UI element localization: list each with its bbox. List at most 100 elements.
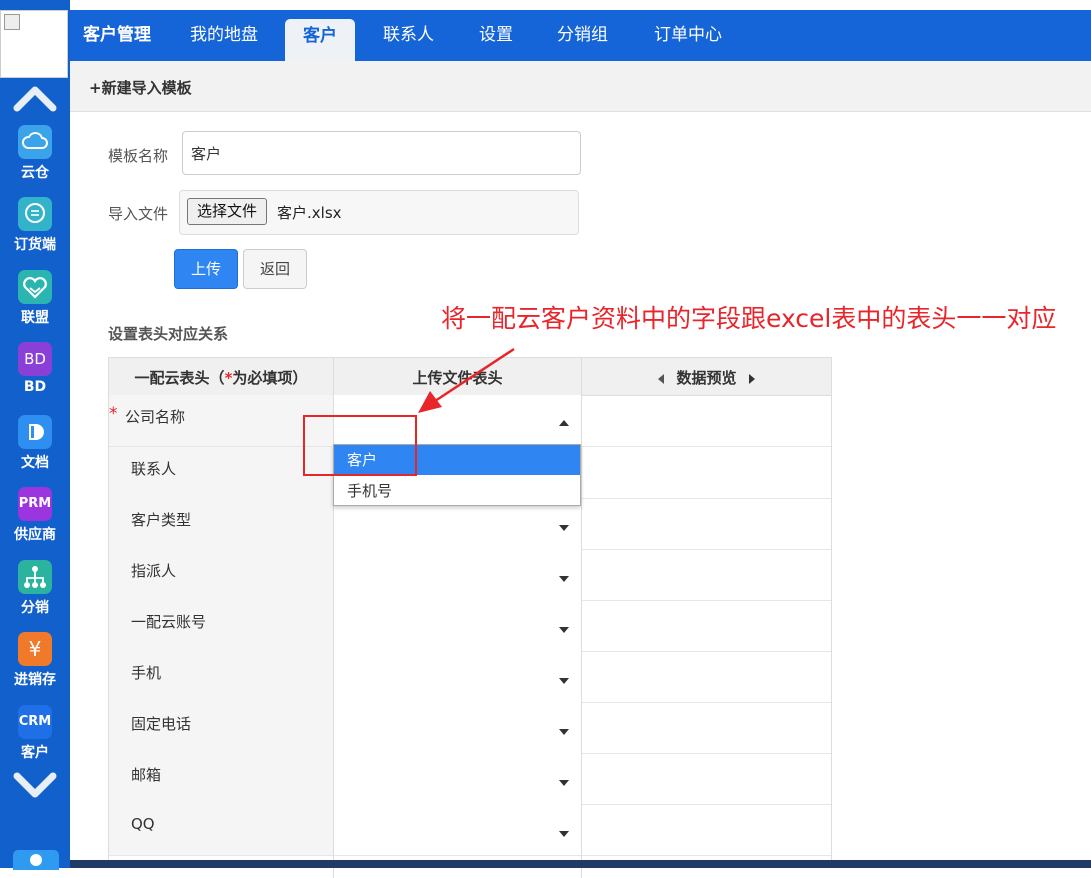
app-brand[interactable]: 客户管理 [83, 10, 151, 61]
sidebar-item-label: 进销存 [14, 672, 56, 688]
field-label: QQ [131, 815, 155, 833]
field-label: 联系人 [131, 460, 177, 478]
sidebar-item-customer[interactable]: CRM 客户 [0, 705, 70, 762]
header-cloud-field-text: 一配云表头（ [134, 369, 225, 387]
tab-settings[interactable]: 设置 [479, 10, 513, 61]
bottom-taskbar [70, 860, 1091, 868]
sidebar-item-label: 联盟 [21, 310, 49, 326]
field-label: 邮箱 [131, 766, 162, 784]
field-cell: 指派人 [109, 549, 333, 600]
sidebar-item-label: 云仓 [21, 165, 49, 181]
column-select[interactable] [334, 804, 581, 855]
table-row: 邮箱 [109, 753, 831, 805]
template-name-input[interactable] [182, 131, 581, 175]
tab-order-center[interactable]: 订单中心 [654, 10, 722, 61]
handshake-heart-icon [18, 270, 52, 304]
selected-file-name: 客户.xlsx [277, 204, 342, 222]
mapping-table: 一配云表头（*为必填项） 上传文件表头 数据预览 * 公司名称 联系人 客户类型 … [108, 357, 832, 878]
tab-distribution-group[interactable]: 分销组 [557, 10, 608, 61]
caret-down-icon [559, 780, 569, 786]
dropdown-option[interactable]: 手机号 [334, 476, 580, 506]
column-divider [581, 358, 582, 878]
sidebar-item-label: 供应商 [14, 527, 56, 543]
broken-image-icon [4, 14, 20, 30]
column-select[interactable] [334, 651, 581, 702]
caret-down-icon [559, 525, 569, 531]
sidebar-item-bd[interactable]: BD BD [0, 342, 70, 395]
caret-down-icon [559, 627, 569, 633]
field-cell: 联系人 [109, 447, 333, 498]
yen-icon: ¥ [18, 632, 52, 666]
sidebar-item-inventory[interactable]: ¥ 进销存 [0, 632, 70, 689]
field-label: 公司名称 [125, 408, 186, 426]
page-title: +新建导入模板 [89, 79, 192, 97]
org-tree-icon [18, 560, 52, 594]
column-select[interactable] [334, 549, 581, 600]
sidebar-item-label: 订货端 [14, 237, 56, 253]
tab-my-territory[interactable]: 我的地盘 [190, 10, 258, 61]
column-select[interactable] [334, 753, 581, 804]
annotation-text: 将一配云客户资料中的字段跟excel表中的表头一一对应 [441, 304, 1057, 333]
caret-down-icon [559, 729, 569, 735]
table-row: 手机 [109, 651, 831, 703]
prm-icon: PRM [18, 487, 52, 521]
field-cell: 邮箱 [109, 753, 333, 804]
caret-left-icon[interactable] [658, 373, 665, 384]
chevron-down-icon[interactable] [13, 772, 57, 802]
header-data-preview-text: 数据预览 [676, 369, 737, 387]
field-cell: 固定电话 [109, 702, 333, 753]
field-cell: 客户类型 [109, 498, 333, 549]
upload-button[interactable]: 上传 [174, 249, 238, 289]
sidebar-item-supplier[interactable]: PRM 供应商 [0, 487, 70, 544]
document-icon [18, 415, 52, 449]
chat-icon [18, 197, 52, 231]
tab-customer[interactable]: 客户 [285, 19, 355, 61]
table-row: 固定电话 [109, 702, 831, 754]
import-file-label: 导入文件 [108, 205, 169, 223]
caret-down-icon [559, 576, 569, 582]
sidebar-item-label: 分销 [21, 600, 49, 616]
header-cloud-field-note: 为必填项） [232, 369, 308, 387]
column-select[interactable] [334, 702, 581, 753]
annotation-highlight-box [303, 415, 417, 476]
logo-image [0, 10, 68, 78]
bd-icon: BD [18, 342, 52, 376]
template-name-label: 模板名称 [108, 147, 169, 165]
file-input[interactable]: 选择文件 客户.xlsx [179, 190, 579, 235]
mapping-section-title: 设置表头对应关系 [108, 325, 229, 343]
header-data-preview: 数据预览 [582, 358, 831, 395]
caret-down-icon [559, 831, 569, 837]
caret-up-icon [559, 420, 569, 426]
sidebar-item-label: 文档 [21, 455, 49, 471]
table-row: QQ [109, 804, 831, 856]
back-button[interactable]: 返回 [243, 249, 307, 289]
sidebar-item-order-client[interactable]: 订货端 [0, 197, 70, 254]
tab-contacts[interactable]: 联系人 [383, 10, 434, 61]
caret-down-icon [559, 678, 569, 684]
field-cell: * 公司名称 [109, 395, 333, 446]
field-label: 客户类型 [131, 511, 192, 529]
sidebar-item-label: BD [23, 379, 47, 395]
crm-icon: CRM [18, 705, 52, 739]
column-select[interactable] [334, 600, 581, 651]
annotation-arrow-icon [418, 347, 515, 413]
field-cell: 一配云账号 [109, 600, 333, 651]
user-avatar-icon[interactable] [13, 850, 59, 870]
table-row: 指派人 [109, 549, 831, 601]
left-sidebar: 云仓 订货端 联盟 BD BD 文档 PRM 供应商 分销 ¥ 进销存 CRM [0, 0, 70, 870]
field-label: 指派人 [131, 562, 177, 580]
sidebar-item-cloud-warehouse[interactable]: 云仓 [0, 125, 70, 182]
chevron-up-icon[interactable] [13, 82, 57, 112]
sidebar-item-label: 客户 [21, 745, 49, 761]
header-cloud-field: 一配云表头（*为必填项） [109, 358, 333, 395]
top-navigation: 客户管理 我的地盘 客户 联系人 设置 分销组 订单中心 [70, 10, 1091, 61]
sidebar-item-documents[interactable]: 文档 [0, 415, 70, 472]
table-row: 一配云账号 [109, 600, 831, 652]
required-star: * [109, 404, 118, 424]
sidebar-item-alliance[interactable]: 联盟 [0, 270, 70, 327]
field-cell: QQ [109, 804, 333, 855]
field-cell: 手机 [109, 651, 333, 702]
choose-file-button[interactable]: 选择文件 [187, 198, 268, 225]
sidebar-item-distribution[interactable]: 分销 [0, 560, 70, 617]
caret-right-icon[interactable] [748, 373, 755, 384]
